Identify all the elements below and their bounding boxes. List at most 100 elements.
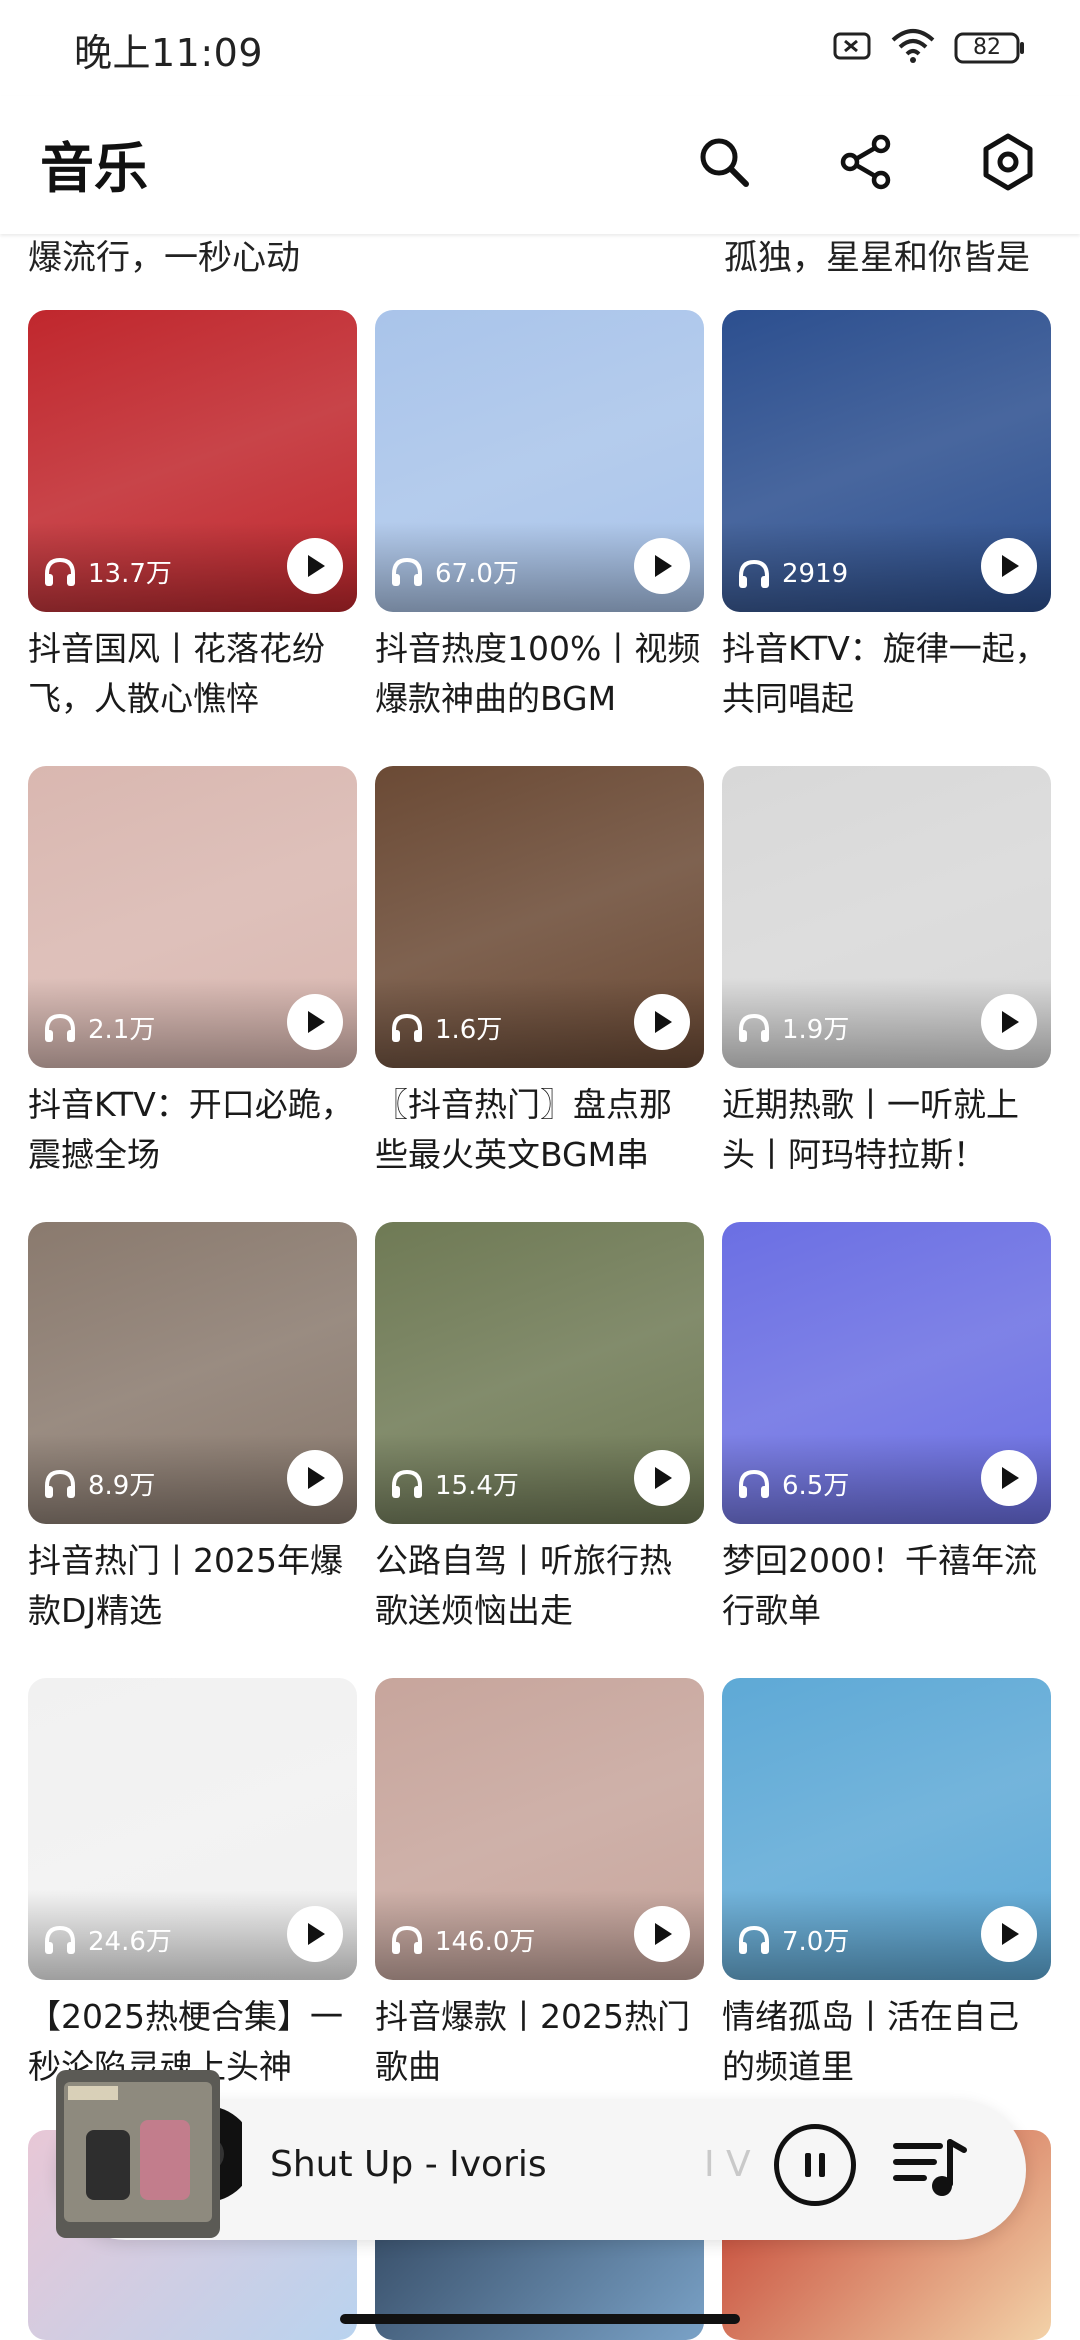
play-count: 24.6万 <box>42 1921 172 1958</box>
play-icon <box>1002 1011 1019 1033</box>
play-button[interactable] <box>287 1906 343 1962</box>
play-icon <box>308 555 325 577</box>
settings-icon <box>983 133 1033 191</box>
playlist-title[interactable]: 公路自驾丨听旅行热歌送烦恼出走 <box>375 1536 704 1636</box>
play-button[interactable] <box>981 1450 1037 1506</box>
play-count-value: 13.7万 <box>88 559 172 589</box>
share-button[interactable] <box>824 120 908 204</box>
playlist-title[interactable]: 抖音KTV：旋律一起，共同唱起 <box>722 624 1051 724</box>
play-count-value: 67.0万 <box>435 559 519 589</box>
partial-caption-left: 爆流行，一秒心动 <box>28 238 300 278</box>
play-icon <box>308 1467 325 1489</box>
playlist-scroll-area[interactable]: 爆流行，一秒心动 孤独，星星和你皆是 13.7万抖音国风丨花落花纷飞，人散心憔悴… <box>0 234 1080 2340</box>
headphones-icon <box>739 1469 769 1498</box>
playlist-title[interactable]: 情绪孤岛丨活在自己的频道里 <box>722 1992 1051 2092</box>
play-button[interactable] <box>981 1906 1037 1962</box>
playlist-card[interactable]: 15.4万公路自驾丨听旅行热歌送烦恼出走 <box>375 1222 704 1636</box>
playlist-cover[interactable]: 13.7万 <box>28 310 357 612</box>
playlist-card[interactable]: 146.0万抖音爆款丨2025热门歌曲 <box>375 1678 704 2092</box>
playlist-cover[interactable]: 2.1万 <box>28 766 357 1068</box>
playlist-cover[interactable]: 6.5万 <box>722 1222 1051 1524</box>
play-button[interactable] <box>287 538 343 594</box>
playlist-title[interactable]: 梦回2000！千禧年流行歌单 <box>722 1536 1051 1636</box>
sim-icon <box>832 30 872 66</box>
playlist-title[interactable]: 近期热歌丨一听就上头丨阿玛特拉斯！ <box>722 1080 1051 1180</box>
play-button[interactable] <box>981 994 1037 1050</box>
mini-player[interactable]: Shut Up - Ivoris I V <box>56 2070 1026 2240</box>
playlist-title[interactable]: 抖音KTV：开口必跪，震撼全场 <box>28 1080 357 1180</box>
playlist-card[interactable]: 1.6万〖抖音热门〗盘点那些最火英文BGM串 <box>375 766 704 1180</box>
partial-row: 爆流行，一秒心动 孤独，星星和你皆是 <box>0 234 1080 304</box>
play-button[interactable] <box>287 994 343 1050</box>
play-button[interactable] <box>287 1450 343 1506</box>
play-count: 7.0万 <box>736 1921 849 1958</box>
album-art[interactable] <box>56 2070 254 2238</box>
playlist-title[interactable]: 抖音热门丨2025年爆款DJ精选 <box>28 1536 357 1636</box>
search-icon <box>700 138 749 187</box>
play-count: 67.0万 <box>389 553 519 590</box>
play-count-value: 7.0万 <box>782 1927 850 1957</box>
play-count: 2.1万 <box>42 1009 155 1046</box>
playlist-title[interactable]: 抖音爆款丨2025热门歌曲 <box>375 1992 704 2092</box>
playlist-cover[interactable]: 24.6万 <box>28 1678 357 1980</box>
play-icon <box>655 1011 672 1033</box>
now-playing-title: Shut Up - Ivoris <box>270 2144 547 2185</box>
playlist-cover[interactable]: 146.0万 <box>375 1678 704 1980</box>
share-icon <box>840 134 891 190</box>
partial-caption-right: 孤独，星星和你皆是 <box>724 238 1030 278</box>
app-actions <box>682 120 1050 204</box>
headphones-icon <box>739 559 769 588</box>
play-icon <box>308 1011 325 1033</box>
battery-icon: 82 <box>954 31 1026 65</box>
playlist-title[interactable]: 抖音国风丨花落花纷飞，人散心憔悴 <box>28 624 357 724</box>
playlist-cover[interactable]: 7.0万 <box>722 1678 1051 1980</box>
settings-button[interactable] <box>966 120 1050 204</box>
headphones-icon <box>392 1469 422 1498</box>
play-icon <box>1002 1923 1019 1945</box>
playlist-cover[interactable]: 8.9万 <box>28 1222 357 1524</box>
search-button[interactable] <box>682 120 766 204</box>
play-count: 15.4万 <box>389 1465 519 1502</box>
battery-level: 82 <box>973 35 1001 60</box>
play-count: 8.9万 <box>42 1465 155 1502</box>
play-count: 13.7万 <box>42 553 172 590</box>
play-count-value: 2919 <box>782 559 849 589</box>
playlist-card[interactable]: 6.5万梦回2000！千禧年流行歌单 <box>722 1222 1051 1636</box>
playlist-card[interactable]: 2.1万抖音KTV：开口必跪，震撼全场 <box>28 766 357 1180</box>
playlist-card[interactable]: 24.6万 【2025热梗合集】一秒沦陷灵魂上头神 <box>28 1678 357 2092</box>
playlist-card[interactable]: 67.0万抖音热度100%丨视频爆款神曲的BGM <box>375 310 704 724</box>
pause-button[interactable] <box>774 2124 856 2206</box>
play-icon <box>1002 1467 1019 1489</box>
play-button[interactable] <box>634 994 690 1050</box>
playlist-card[interactable]: 7.0万情绪孤岛丨活在自己的频道里 <box>722 1678 1051 2092</box>
playlist-cover[interactable]: 2919 <box>722 310 1051 612</box>
play-button[interactable] <box>634 1906 690 1962</box>
playlist-card[interactable]: 8.9万抖音热门丨2025年爆款DJ精选 <box>28 1222 357 1636</box>
playlist-card[interactable]: 1.9万近期热歌丨一听就上头丨阿玛特拉斯！ <box>722 766 1051 1180</box>
play-count: 2919 <box>736 558 848 590</box>
playlist-cover[interactable]: 1.6万 <box>375 766 704 1068</box>
play-count-value: 1.9万 <box>782 1015 850 1045</box>
playlist-title[interactable]: 抖音热度100%丨视频爆款神曲的BGM <box>375 624 704 724</box>
play-count: 6.5万 <box>736 1465 849 1502</box>
headphones-icon <box>392 1013 422 1042</box>
home-indicator[interactable] <box>340 2314 740 2324</box>
playlist-cover[interactable]: 67.0万 <box>375 310 704 612</box>
play-icon <box>1002 555 1019 577</box>
now-playing-next: I V <box>704 2144 751 2185</box>
playlist-title[interactable]: 〖抖音热门〗盘点那些最火英文BGM串 <box>375 1080 704 1180</box>
play-count: 146.0万 <box>389 1921 535 1958</box>
play-button[interactable] <box>634 1450 690 1506</box>
playlist-cover[interactable]: 15.4万 <box>375 1222 704 1524</box>
play-button[interactable] <box>634 538 690 594</box>
play-icon <box>655 555 672 577</box>
headphones-icon <box>392 1925 422 1954</box>
headphones-icon <box>392 557 422 586</box>
wifi-icon <box>890 28 936 68</box>
pause-icon <box>805 2153 825 2177</box>
play-button[interactable] <box>981 538 1037 594</box>
playlist-cover[interactable]: 1.9万 <box>722 766 1051 1068</box>
playlist-card[interactable]: 13.7万抖音国风丨花落花纷飞，人散心憔悴 <box>28 310 357 724</box>
playlist-queue-button[interactable] <box>890 2132 970 2202</box>
playlist-card[interactable]: 2919 抖音KTV：旋律一起，共同唱起 <box>722 310 1051 724</box>
